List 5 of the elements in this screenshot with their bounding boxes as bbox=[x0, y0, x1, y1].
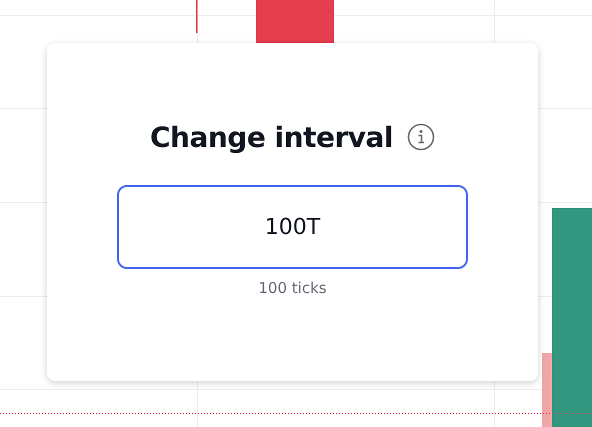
interval-input[interactable]: 100T bbox=[117, 185, 468, 269]
info-icon[interactable] bbox=[407, 123, 436, 151]
interval-hint: 100 ticks bbox=[258, 279, 327, 297]
candle-wick bbox=[196, 0, 198, 33]
dialog-title: Change interval bbox=[150, 120, 394, 154]
